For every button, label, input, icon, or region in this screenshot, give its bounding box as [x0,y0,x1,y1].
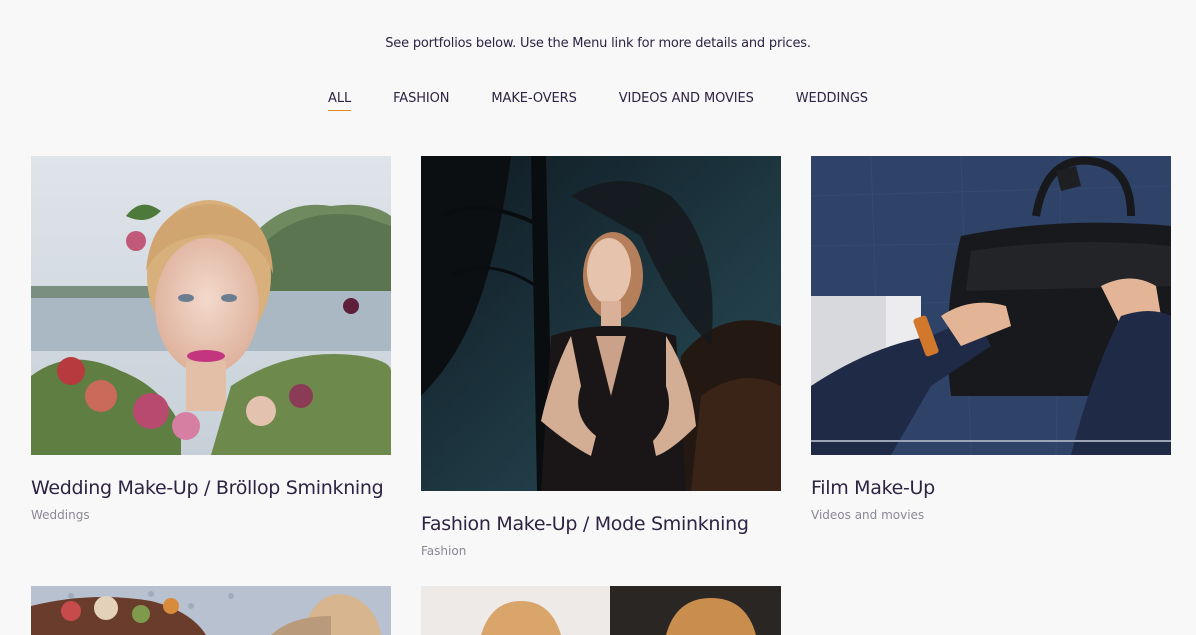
fashion-thumbnail[interactable] [421,156,781,491]
portfolio-card-fashion[interactable]: Fashion Make-Up / Mode Sminkning Fashion [421,156,781,558]
portfolio-thumbnail[interactable] [31,586,391,635]
card-category[interactable]: Videos and movies [811,508,1171,522]
portfolio-thumbnail[interactable] [421,586,781,635]
portfolio-filter-bar: ALL FASHION MAKE-OVERS VIDEOS AND MOVIES… [0,91,1196,111]
card-category[interactable]: Weddings [31,508,391,522]
wedding-thumbnail[interactable] [31,156,391,455]
filter-weddings[interactable]: WEDDINGS [796,91,868,110]
filter-videos-and-movies[interactable]: VIDEOS AND MOVIES [619,91,754,110]
card-title[interactable]: Film Make-Up [811,477,1171,499]
portfolio-card-row2-left[interactable] [31,586,391,635]
filter-all[interactable]: ALL [328,91,351,111]
filter-fashion[interactable]: FASHION [393,91,449,110]
card-category[interactable]: Fashion [421,544,781,558]
card-title[interactable]: Wedding Make-Up / Bröllop Sminkning [31,477,391,499]
portfolio-card-film[interactable]: Film Make-Up Videos and movies [811,156,1171,522]
filter-make-overs[interactable]: MAKE-OVERS [491,91,576,110]
portfolio-card-row2-middle[interactable] [421,586,781,635]
card-title[interactable]: Fashion Make-Up / Mode Sminkning [421,513,781,535]
portfolio-page: See portfolios below. Use the Menu link … [0,0,1196,635]
intro-text: See portfolios below. Use the Menu link … [385,36,811,51]
film-thumbnail[interactable] [811,156,1171,455]
portfolio-card-wedding[interactable]: Wedding Make-Up / Bröllop Sminkning Wedd… [31,156,391,522]
